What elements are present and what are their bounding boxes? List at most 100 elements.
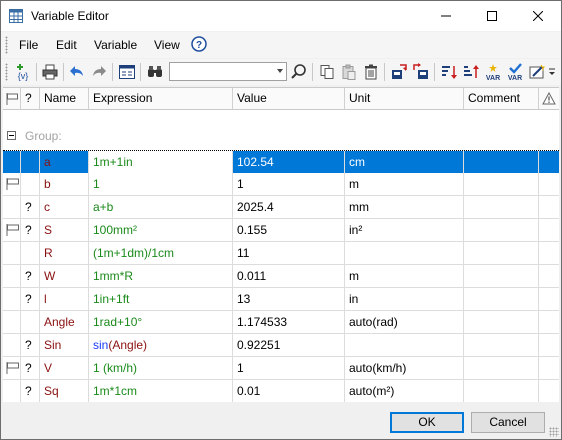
maximize-button[interactable] <box>469 1 515 31</box>
row-flag-cell[interactable] <box>3 173 21 195</box>
variable-name-cell[interactable]: S <box>40 219 89 241</box>
warning-cell[interactable] <box>539 334 559 356</box>
comment-cell[interactable] <box>464 265 539 287</box>
row-flag-cell[interactable] <box>3 196 21 218</box>
export-button[interactable] <box>411 62 431 82</box>
options-button[interactable] <box>527 62 547 82</box>
expression-cell[interactable]: a+b <box>89 196 233 218</box>
sort-ascending-button[interactable] <box>461 62 481 82</box>
variable-name-cell[interactable]: W <box>40 265 89 287</box>
value-cell[interactable]: 1 <box>233 357 345 379</box>
unit-cell[interactable]: m <box>345 173 464 195</box>
row-question-cell[interactable]: ? <box>21 196 40 218</box>
comment-cell[interactable] <box>464 311 539 333</box>
row-question-cell[interactable]: ? <box>21 380 40 402</box>
table-row[interactable]: ? c a+b 2025.4 mm <box>3 196 559 219</box>
toolbar-grip[interactable] <box>5 63 8 81</box>
header-comment[interactable]: Comment <box>464 88 539 109</box>
row-flag-cell[interactable] <box>3 311 21 333</box>
header-flag[interactable] <box>3 88 21 109</box>
unit-cell[interactable]: auto(rad) <box>345 311 464 333</box>
variable-name-cell[interactable]: b <box>40 173 89 195</box>
unit-cell[interactable]: mm <box>345 196 464 218</box>
header-value[interactable]: Value <box>233 88 345 109</box>
comment-cell[interactable] <box>464 357 539 379</box>
table-row[interactable]: ? W 1mm*R 0.011 m <box>3 265 559 288</box>
table-row[interactable]: b11m <box>3 173 559 196</box>
search-combobox[interactable] <box>169 62 287 81</box>
menu-view[interactable]: View <box>154 38 180 52</box>
expression-cell[interactable]: 1in+1ft <box>89 288 233 310</box>
table-row[interactable]: ? V 1 (km/h) 1 auto(km/h) <box>3 357 559 380</box>
row-flag-cell[interactable] <box>3 380 21 402</box>
row-question-cell[interactable]: ? <box>21 288 40 310</box>
import-button[interactable] <box>389 62 409 82</box>
toolbar-overflow-button[interactable] <box>547 62 557 82</box>
cancel-button[interactable]: Cancel <box>471 412 545 433</box>
resize-grip[interactable] <box>549 427 559 437</box>
warning-cell[interactable] <box>539 357 559 379</box>
variable-name-cell[interactable]: R <box>40 242 89 264</box>
row-flag-cell[interactable] <box>3 151 21 173</box>
insert-variable-button[interactable]: {v} <box>13 62 33 82</box>
header-unit[interactable]: Unit <box>345 88 464 109</box>
row-question-cell[interactable] <box>21 173 40 195</box>
unit-cell[interactable]: in² <box>345 219 464 241</box>
comment-cell[interactable] <box>464 219 539 241</box>
unit-cell[interactable]: auto(km/h) <box>345 357 464 379</box>
value-cell[interactable]: 0.01 <box>233 380 345 402</box>
value-cell[interactable]: 0.92251 <box>233 334 345 356</box>
table-row[interactable]: Angle 1rad+10° 1.174533 auto(rad) <box>3 311 559 334</box>
row-flag-cell[interactable] <box>3 288 21 310</box>
variable-name-cell[interactable]: l <box>40 288 89 310</box>
comment-cell[interactable] <box>464 173 539 195</box>
expression-cell[interactable]: 1rad+10° <box>89 311 233 333</box>
variable-name-cell[interactable]: Angle <box>40 311 89 333</box>
row-flag-cell[interactable] <box>3 219 21 241</box>
header-question[interactable]: ? <box>21 88 40 109</box>
row-question-cell[interactable]: ? <box>21 334 40 356</box>
table-row[interactable]: ? l 1in+1ft 13 in <box>3 288 559 311</box>
search-button[interactable] <box>289 62 309 82</box>
close-button[interactable] <box>515 1 561 31</box>
ok-button[interactable]: OK <box>390 412 464 433</box>
chevron-down-icon[interactable] <box>277 69 283 73</box>
expression-cell[interactable]: 1m+1in <box>89 151 233 173</box>
row-question-cell[interactable]: ? <box>21 265 40 287</box>
comment-cell[interactable] <box>464 151 539 173</box>
unit-cell[interactable]: m <box>345 265 464 287</box>
expression-cell[interactable]: 1 <box>89 173 233 195</box>
row-question-cell[interactable] <box>21 242 40 264</box>
menu-grip[interactable] <box>5 36 8 54</box>
value-cell[interactable]: 11 <box>233 242 345 264</box>
warning-cell[interactable] <box>539 196 559 218</box>
properties-button[interactable] <box>117 62 137 82</box>
warning-cell[interactable] <box>539 380 559 402</box>
unit-cell[interactable]: cm <box>345 151 464 173</box>
warning-cell[interactable] <box>539 265 559 287</box>
comment-cell[interactable] <box>464 288 539 310</box>
unit-cell[interactable] <box>345 334 464 356</box>
value-cell[interactable]: 102.54 <box>233 151 345 173</box>
warning-cell[interactable] <box>539 173 559 195</box>
table-row[interactable]: ? Sin sin(Angle) 0.92251 <box>3 334 559 357</box>
comment-cell[interactable] <box>464 242 539 264</box>
menu-file[interactable]: File <box>19 38 38 52</box>
new-var-button[interactable]: VAR <box>483 62 503 82</box>
value-cell[interactable]: 1 <box>233 173 345 195</box>
row-question-cell[interactable]: ? <box>21 357 40 379</box>
row-question-cell[interactable] <box>21 311 40 333</box>
variable-name-cell[interactable]: c <box>40 196 89 218</box>
warning-cell[interactable] <box>539 151 559 173</box>
expression-cell[interactable]: 100mm² <box>89 219 233 241</box>
find-button[interactable] <box>145 62 165 82</box>
value-cell[interactable]: 0.155 <box>233 219 345 241</box>
value-cell[interactable]: 13 <box>233 288 345 310</box>
table-row[interactable]: ? Sq 1m*1cm 0.01 auto(m²) <box>3 380 559 403</box>
collapse-group-icon[interactable] <box>7 131 16 140</box>
group-header-row[interactable]: Group: <box>3 126 559 146</box>
comment-cell[interactable] <box>464 380 539 402</box>
expression-cell[interactable]: (1m+1dm)/1cm <box>89 242 233 264</box>
value-cell[interactable]: 1.174533 <box>233 311 345 333</box>
variable-name-cell[interactable]: Sq <box>40 380 89 402</box>
